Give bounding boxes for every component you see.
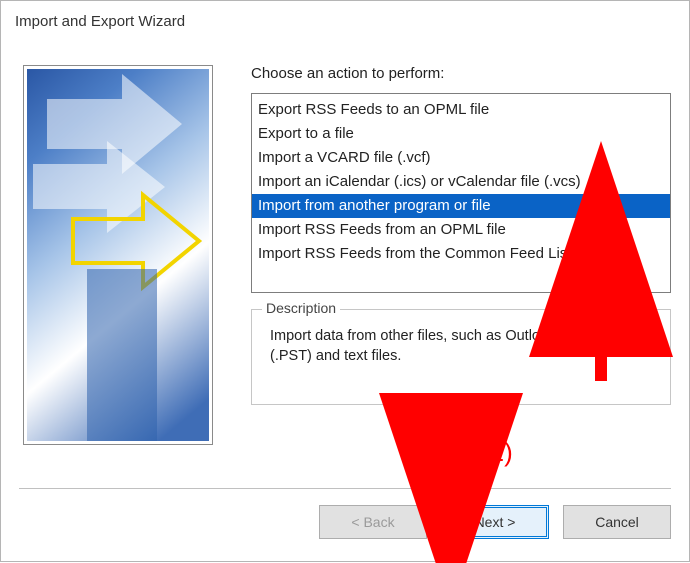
illustration-arrows [27, 69, 209, 441]
next-button[interactable]: Next > [441, 505, 549, 539]
description-group: Description Import data from other files… [251, 309, 671, 405]
action-list-item[interactable]: Export to a file [252, 122, 670, 146]
wizard-illustration [27, 69, 209, 441]
description-legend: Description [262, 300, 340, 316]
action-list-item[interactable]: Export RSS Feeds to an OPML file [252, 98, 670, 122]
description-text: Import data from other files, such as Ou… [252, 310, 670, 376]
window-title: Import and Export Wizard [15, 13, 185, 30]
action-list-item[interactable]: Import an iCalendar (.ics) or vCalendar … [252, 170, 670, 194]
wizard-window: Import and Export Wizard [0, 0, 690, 562]
button-row: < Back Next > Cancel [319, 505, 671, 539]
action-list-item[interactable]: Import RSS Feeds from the Common Feed Li… [252, 242, 670, 266]
wizard-illustration-frame [23, 65, 213, 445]
action-list-item[interactable]: Import RSS Feeds from an OPML file [252, 218, 670, 242]
action-listbox[interactable]: Export RSS Feeds to an OPML fileExport t… [251, 93, 671, 293]
action-list-item[interactable]: Import from another program or file [252, 194, 670, 218]
wizard-content: Choose an action to perform: Export RSS … [19, 51, 671, 477]
action-prompt: Choose an action to perform: [251, 65, 444, 82]
back-button: < Back [319, 505, 427, 539]
title-bar: Import and Export Wizard [1, 1, 689, 41]
cancel-button[interactable]: Cancel [563, 505, 671, 539]
separator [19, 488, 671, 489]
action-list-item[interactable]: Import a VCARD file (.vcf) [252, 146, 670, 170]
